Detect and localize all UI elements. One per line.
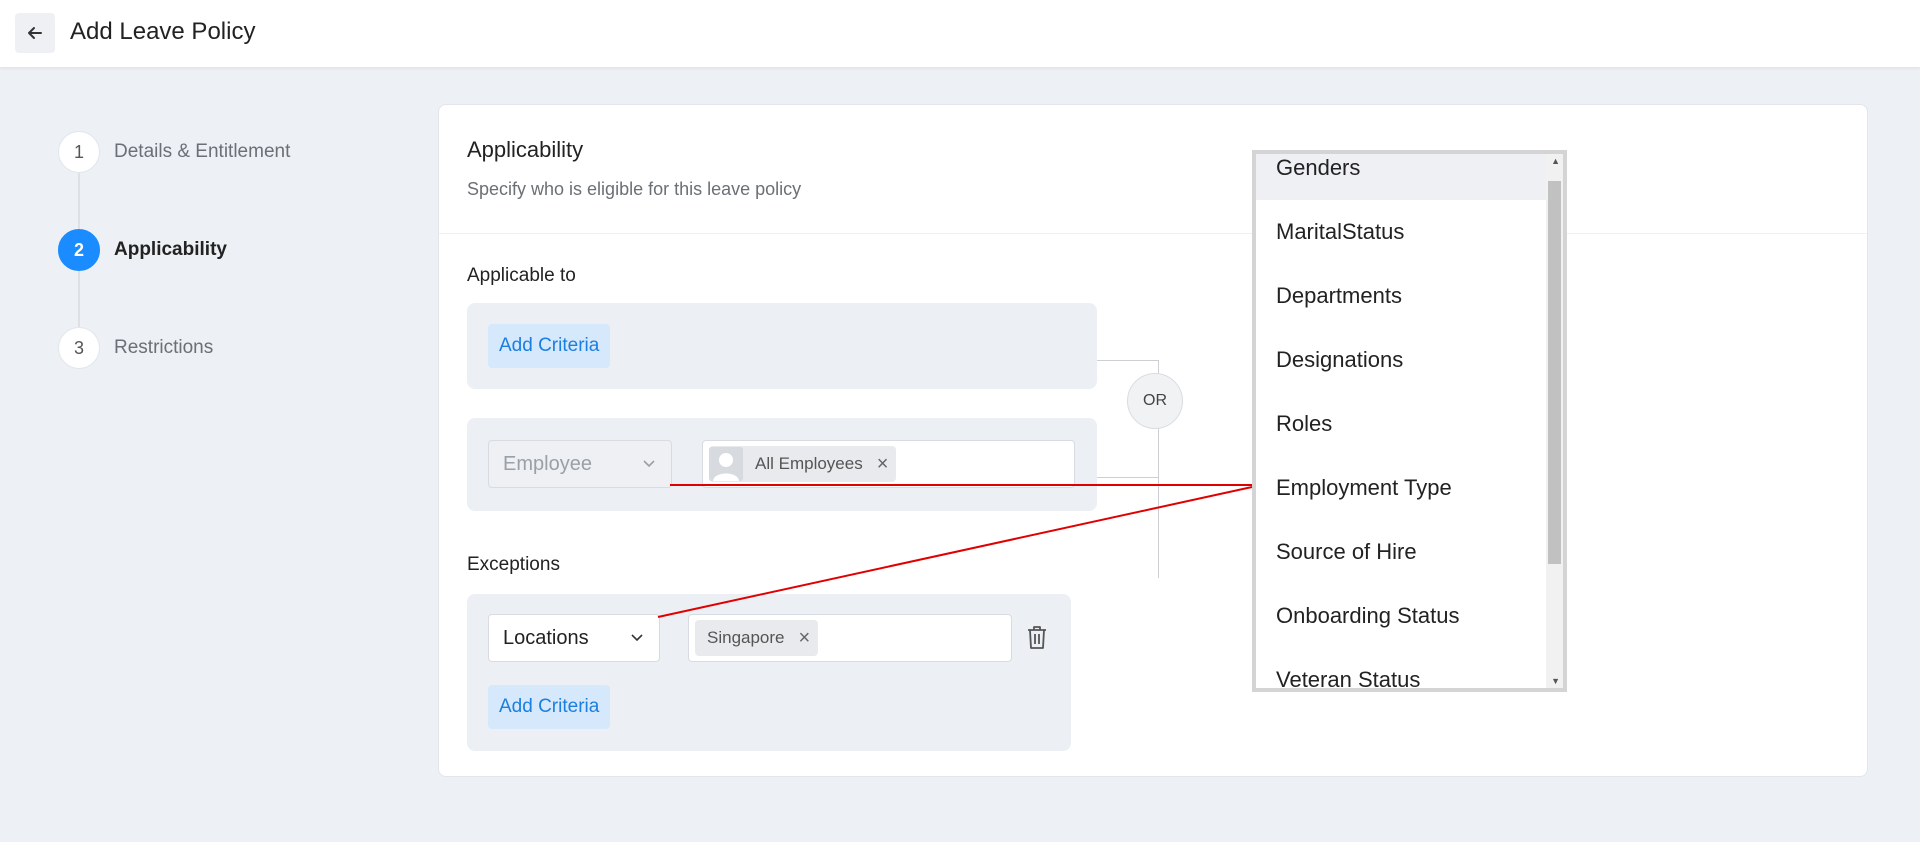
step-restrictions[interactable]: 3 Restrictions xyxy=(58,327,213,369)
step-applicability[interactable]: 2 Applicability xyxy=(58,229,227,271)
chevron-down-icon xyxy=(643,460,655,468)
scroll-down-icon[interactable]: ▼ xyxy=(1551,676,1560,686)
employee-criteria-block: Employee All Employees × xyxy=(467,418,1097,511)
step-number: 1 xyxy=(58,131,100,173)
scrollbar-thumb[interactable] xyxy=(1548,181,1561,564)
step-label: Restrictions xyxy=(114,337,214,358)
dropdown-item-employment-type[interactable]: Employment Type xyxy=(1256,456,1546,520)
select-value: Employee xyxy=(503,452,592,475)
add-exception-criteria-button[interactable]: Add Criteria xyxy=(488,685,611,729)
back-button[interactable] xyxy=(15,13,55,53)
step-label: Applicability xyxy=(114,239,227,260)
connector-line xyxy=(1097,360,1159,361)
dropdown-item-roles[interactable]: Roles xyxy=(1256,392,1546,456)
tag-chip: All Employees × xyxy=(709,446,897,482)
arrow-left-icon xyxy=(28,27,42,39)
section-title: Applicability xyxy=(467,137,584,162)
step-details-entitlement[interactable]: 1 Details & Entitlement xyxy=(58,131,290,173)
dropdown-item-departments[interactable]: Departments xyxy=(1256,264,1546,328)
dropdown-item-genders[interactable]: Genders xyxy=(1256,154,1546,200)
user-icon xyxy=(709,447,743,481)
step-label: Details & Entitlement xyxy=(114,141,291,162)
dropdown-item-designations[interactable]: Designations xyxy=(1256,328,1546,392)
tag-label: All Employees xyxy=(755,454,863,473)
exception-field-select[interactable]: Locations xyxy=(488,614,660,662)
connector-line xyxy=(1097,477,1159,478)
dropdown-item-veteran-status[interactable]: Veteran Status xyxy=(1256,648,1546,688)
scroll-up-icon[interactable]: ▲ xyxy=(1551,156,1560,166)
exceptions-block: Locations Singapore × Add Criteria xyxy=(467,594,1071,751)
chevron-down-icon xyxy=(631,634,643,642)
add-criteria-button[interactable]: Add Criteria xyxy=(488,324,611,368)
remove-tag-icon[interactable]: × xyxy=(799,627,811,650)
section-subtitle: Specify who is eligible for this leave p… xyxy=(467,179,802,199)
tag-chip: Singapore × xyxy=(695,620,819,656)
trash-icon[interactable] xyxy=(1025,624,1049,650)
step-number: 3 xyxy=(58,327,100,369)
select-value: Locations xyxy=(503,626,589,649)
dropdown-item-marital-status[interactable]: MaritalStatus xyxy=(1256,200,1546,264)
employees-tag-input[interactable]: All Employees × xyxy=(702,440,1075,488)
or-badge: OR xyxy=(1127,373,1183,429)
applicable-criteria-block: Add Criteria xyxy=(467,303,1097,389)
dropdown-item-onboarding-status[interactable]: Onboarding Status xyxy=(1256,584,1546,648)
tag-label: Singapore xyxy=(707,628,785,647)
divider xyxy=(439,233,1867,234)
top-bar: Add Leave Policy xyxy=(0,0,1920,68)
exceptions-label: Exceptions xyxy=(467,554,560,575)
criteria-dropdown-list[interactable]: Genders MaritalStatus Departments Design… xyxy=(1252,150,1567,692)
exception-tag-input[interactable]: Singapore × xyxy=(688,614,1012,662)
page-title: Add Leave Policy xyxy=(70,18,256,45)
remove-tag-icon[interactable]: × xyxy=(877,453,889,476)
avatar xyxy=(709,447,743,481)
criteria-field-select[interactable]: Employee xyxy=(488,440,672,488)
dropdown-item-source-of-hire[interactable]: Source of Hire xyxy=(1256,520,1546,584)
dropdown-scrollbar[interactable]: ▲ ▼ xyxy=(1546,154,1563,688)
step-number: 2 xyxy=(58,229,100,271)
applicability-card: Applicability Specify who is eligible fo… xyxy=(438,104,1868,777)
applicable-to-label: Applicable to xyxy=(467,265,576,286)
